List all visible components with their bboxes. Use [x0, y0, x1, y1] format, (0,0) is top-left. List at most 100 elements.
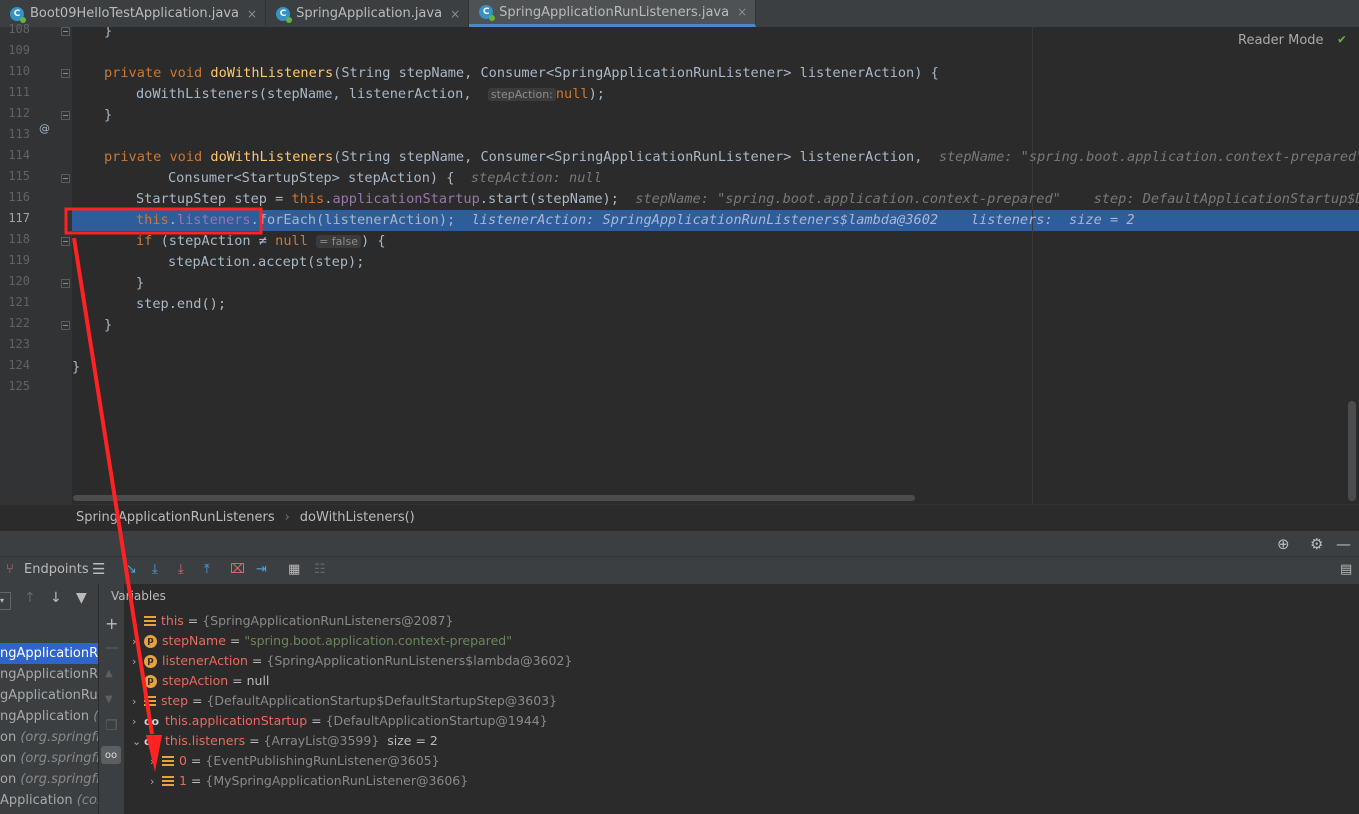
chevron-right-icon[interactable]: ›	[150, 752, 162, 772]
filter-icon[interactable]: ▼	[76, 590, 87, 606]
code-editor[interactable]: } private void doWithListeners(String st…	[72, 27, 1359, 504]
line-number[interactable]: 108	[0, 22, 30, 36]
stack-frame[interactable]: ngApplicationRun	[0, 643, 98, 664]
force-step-into-icon[interactable]: ⤓	[178, 562, 184, 577]
layout-icon[interactable]: ▤	[1340, 562, 1352, 577]
line-number[interactable]: 109	[0, 43, 30, 57]
code-line-121: step.end();	[136, 296, 227, 312]
arrow-down-icon[interactable]: ↓	[50, 590, 62, 606]
parameter-icon: p	[144, 655, 157, 668]
step-out-icon[interactable]: ⤒	[204, 562, 210, 577]
equals-sign: =	[183, 613, 203, 628]
stack-frame[interactable]: Application (com	[0, 790, 98, 811]
line-number[interactable]: 113	[0, 127, 30, 141]
vertical-scrollbar[interactable]	[1348, 401, 1356, 501]
chevron-right-icon[interactable]: ›	[132, 712, 144, 732]
variable-name: 1	[179, 773, 187, 788]
evaluate-expression-icon[interactable]: ▦	[288, 562, 300, 577]
chevron-down-icon[interactable]: ⌄	[132, 732, 144, 752]
line-number[interactable]: 112	[0, 106, 30, 120]
glasses-icon[interactable]: oo	[101, 746, 121, 764]
close-icon[interactable]: ×	[247, 7, 257, 21]
endpoints-icon: ⑂	[6, 562, 14, 577]
tab-2[interactable]: C SpringApplicationRunListeners.java ×	[469, 0, 757, 27]
chevron-right-icon[interactable]: ›	[150, 772, 162, 792]
fold-marker-icon[interactable]	[61, 174, 70, 183]
stack-frame[interactable]: gApplicationRunl	[0, 685, 98, 706]
right-margin-guide	[1032, 27, 1033, 504]
run-to-cursor-icon[interactable]: ⇥	[256, 562, 267, 577]
gear-icon[interactable]: ⚙	[1310, 535, 1323, 553]
horizontal-scrollbar[interactable]	[73, 495, 915, 501]
line-number[interactable]: 115	[0, 169, 30, 183]
fold-marker-icon[interactable]	[61, 237, 70, 246]
size-text: size = 2	[387, 733, 438, 748]
frame-method: ngApplication	[0, 709, 94, 724]
line-number[interactable]: 110	[0, 64, 30, 78]
chevron-right-icon[interactable]: ›	[132, 632, 144, 652]
frame-package: (com	[76, 793, 98, 808]
target-icon[interactable]: ⊕	[1277, 535, 1290, 553]
step-into-icon[interactable]: ⤓	[152, 562, 158, 577]
breadcrumb-method[interactable]: doWithListeners()	[300, 510, 415, 525]
line-number[interactable]: 117	[0, 211, 30, 225]
line-number[interactable]: 111	[0, 85, 30, 99]
line-number[interactable]: 118	[0, 232, 30, 246]
endpoints-tab[interactable]: Endpoints	[24, 562, 89, 577]
variable-row[interactable]: › oo this.applicationStartup = {DefaultApp…	[132, 711, 548, 731]
fold-marker-icon[interactable]	[61, 111, 70, 120]
variable-row[interactable]: p stepAction = null	[132, 671, 269, 691]
variable-row[interactable]: ⌄ oo this.listeners = {ArrayList@3599} siz…	[132, 731, 438, 751]
variable-value: {EventPublishingRunListener@3605}	[205, 753, 440, 768]
line-number[interactable]: 120	[0, 274, 30, 288]
close-icon[interactable]: ×	[450, 7, 460, 21]
variable-name: stepAction	[162, 673, 229, 688]
debug-value-hint: stepAction: null	[470, 170, 602, 186]
fold-marker-icon[interactable]	[61, 279, 70, 288]
close-icon[interactable]: ×	[737, 5, 747, 19]
line-number[interactable]: 121	[0, 295, 30, 309]
tab-label: SpringApplication.java	[296, 6, 443, 21]
stack-frame[interactable]: on (org.springfram	[0, 727, 98, 748]
line-number[interactable]: 124	[0, 358, 30, 372]
fold-marker-icon[interactable]	[61, 69, 70, 78]
fold-marker-icon[interactable]	[61, 321, 70, 330]
tab-1[interactable]: C SpringApplication.java ×	[266, 0, 470, 27]
fold-marker-icon[interactable]	[61, 27, 70, 36]
variable-value: {ArrayList@3599}	[263, 733, 380, 748]
stack-frame[interactable]: on (org.springfra	[0, 748, 98, 769]
variable-row[interactable]: › 0 = {EventPublishingRunListener@3605}	[150, 751, 440, 771]
code-line-120: }	[136, 275, 145, 291]
line-number[interactable]: 114	[0, 148, 30, 162]
breadcrumb-class[interactable]: SpringApplicationRunListeners	[76, 510, 275, 525]
variable-row[interactable]: › p listenerAction = {SpringApplicationRun…	[132, 651, 572, 671]
menu-icon[interactable]: ☰	[92, 560, 105, 578]
stack-frame[interactable]: ngApplication (org	[0, 706, 98, 727]
reader-mode-toggle[interactable]: Reader Mode	[1238, 33, 1324, 48]
line-number[interactable]: 116	[0, 190, 30, 204]
line-number[interactable]: 122	[0, 316, 30, 330]
line-number[interactable]: 123	[0, 337, 30, 351]
code-line-108: }	[104, 27, 113, 39]
step-over-icon[interactable]: ↘	[126, 562, 137, 577]
stack-frame[interactable]: on (org.springfra	[0, 769, 98, 790]
stack-frame[interactable]: ngApplicationRun	[0, 664, 98, 685]
variables-title: Variables	[111, 589, 166, 603]
equals-sign: =	[188, 693, 207, 708]
line-number[interactable]: 125	[0, 379, 30, 393]
chevron-right-icon[interactable]: ›	[132, 692, 144, 712]
variable-row[interactable]: this = {SpringApplicationRunListeners@20…	[132, 611, 453, 631]
thread-dropdown[interactable]: ▾	[0, 592, 11, 610]
code-line-111: doWithListeners(stepName, listenerAction…	[136, 86, 605, 102]
field-icon	[144, 696, 156, 707]
drop-frame-icon[interactable]: ⌧	[230, 562, 245, 577]
tab-0[interactable]: C Boot09HelloTestApplication.java ×	[0, 0, 267, 27]
minimize-icon[interactable]: —	[1336, 535, 1351, 553]
add-watch-icon[interactable]: +	[105, 614, 118, 633]
override-marker-icon[interactable]: @	[39, 122, 50, 135]
variable-row[interactable]: › step = {DefaultApplicationStartup$Defau…	[132, 691, 557, 711]
variable-row[interactable]: › p stepName = "spring.boot.application.co…	[132, 631, 512, 651]
line-number[interactable]: 119	[0, 253, 30, 267]
chevron-right-icon[interactable]: ›	[132, 652, 144, 672]
variable-row[interactable]: › 1 = {MySpringApplicationRunListener@360…	[150, 771, 468, 791]
